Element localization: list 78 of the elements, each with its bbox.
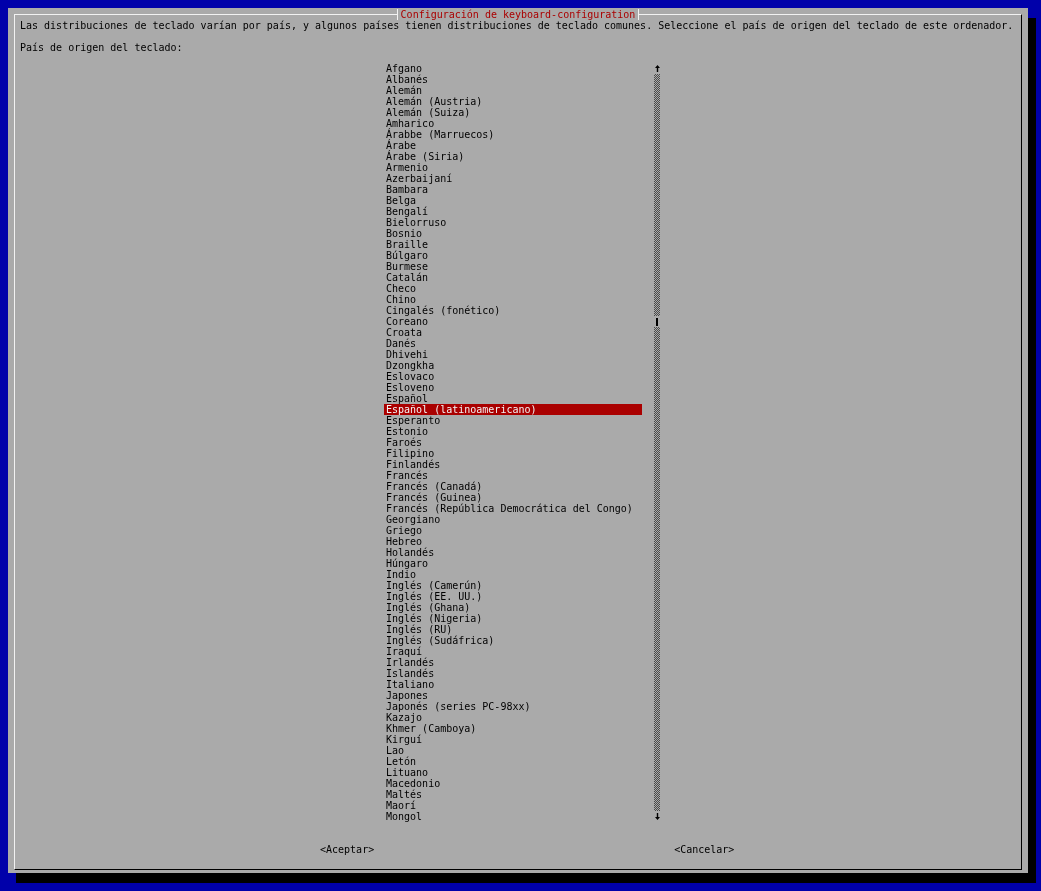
list-item[interactable]: Cingalés (fonético) — [384, 305, 642, 316]
list-item[interactable]: Estonio — [384, 426, 642, 437]
list-item[interactable]: Búlgaro — [384, 250, 642, 261]
list-item[interactable]: Kirguí — [384, 734, 642, 745]
list-item[interactable]: Coreano — [384, 316, 642, 327]
list-item[interactable]: Inglés (Sudáfrica) — [384, 635, 642, 646]
list-item[interactable]: Bengalí — [384, 206, 642, 217]
list-item[interactable]: Francés — [384, 470, 642, 481]
list-item[interactable]: Esperanto — [384, 415, 642, 426]
list-item[interactable]: Lituano — [384, 767, 642, 778]
list-item[interactable]: Holandés — [384, 547, 642, 558]
dialog-button[interactable]: <Cancelar> — [674, 844, 735, 855]
list-item[interactable]: Árabe — [384, 140, 642, 151]
prompt-label: País de origen del teclado: — [20, 42, 183, 53]
list-item[interactable]: Árabbe (Marruecos) — [384, 129, 642, 140]
list-item[interactable]: Indio — [384, 569, 642, 580]
list-item[interactable]: Chino — [384, 294, 642, 305]
list-item[interactable]: Italiano — [384, 679, 642, 690]
list-item[interactable]: Alemán (Austria) — [384, 96, 642, 107]
list-item[interactable]: Irlandés — [384, 657, 642, 668]
list-item[interactable]: Japones — [384, 690, 642, 701]
list-item[interactable]: Faroés — [384, 437, 642, 448]
list-item[interactable]: Checo — [384, 283, 642, 294]
list-item[interactable]: Islandés — [384, 668, 642, 679]
list-item[interactable]: Kazajo — [384, 712, 642, 723]
list-item[interactable]: Croata — [384, 327, 642, 338]
dialog-button[interactable]: <Aceptar> — [320, 844, 375, 855]
list-item[interactable]: Inglés (Ghana) — [384, 602, 642, 613]
list-item[interactable]: Bambara — [384, 184, 642, 195]
list-item[interactable]: Maltés — [384, 789, 642, 800]
list-item[interactable]: Armenio — [384, 162, 642, 173]
list-item[interactable]: Lao — [384, 745, 642, 756]
list-item[interactable]: Danés — [384, 338, 642, 349]
list-item[interactable]: Inglés (EE. UU.) — [384, 591, 642, 602]
list-item[interactable]: Húngaro — [384, 558, 642, 569]
scrollbar-thumb[interactable] — [654, 316, 660, 327]
list-item[interactable]: Árabe (Siria) — [384, 151, 642, 162]
list-item[interactable]: Filipino — [384, 448, 642, 459]
up-arrow-icon — [654, 65, 660, 72]
list-item[interactable]: Alemán — [384, 85, 642, 96]
list-item[interactable]: Braille — [384, 239, 642, 250]
list-item[interactable]: Francés (República Democrática del Congo) — [384, 503, 642, 514]
list-item[interactable]: Macedonio — [384, 778, 642, 789]
list-item[interactable]: Esloveno — [384, 382, 642, 393]
list-item[interactable]: Dzongkha — [384, 360, 642, 371]
list-item[interactable]: Amharico — [384, 118, 642, 129]
list-item[interactable]: Catalán — [384, 272, 642, 283]
list-item[interactable]: Belga — [384, 195, 642, 206]
scrollbar-track[interactable] — [654, 74, 660, 811]
list-item[interactable]: Inglés (Camerún) — [384, 580, 642, 591]
list-item[interactable]: Maorí — [384, 800, 642, 811]
list-item[interactable]: Japonés (series PC-98xx) — [384, 701, 642, 712]
list-item[interactable]: Español — [384, 393, 642, 404]
list-item[interactable]: Eslovaco — [384, 371, 642, 382]
list-item[interactable]: Bosnio — [384, 228, 642, 239]
list-item[interactable]: Español (latinoamericano) — [384, 404, 642, 415]
list-item[interactable]: Inglés (RU) — [384, 624, 642, 635]
list-item[interactable]: Khmer (Camboya) — [384, 723, 642, 734]
list-item[interactable]: Dhivehi — [384, 349, 642, 360]
list-item[interactable]: Afgano — [384, 63, 642, 74]
list-item[interactable]: Letón — [384, 756, 642, 767]
list-item[interactable]: Mongol — [384, 811, 642, 822]
list-item[interactable]: Bielorruso — [384, 217, 642, 228]
list-item[interactable]: Griego — [384, 525, 642, 536]
list-item[interactable]: Iraquí — [384, 646, 642, 657]
list-item[interactable]: Alemán (Suiza) — [384, 107, 642, 118]
list-item[interactable]: Finlandés — [384, 459, 642, 470]
list-item[interactable]: Hebreo — [384, 536, 642, 547]
list-item[interactable]: Georgiano — [384, 514, 642, 525]
list-item[interactable]: Inglés (Nigeria) — [384, 613, 642, 624]
dialog-description: Las distribuciones de teclado varían por país, y algunos países tienen distribuciones de teclado comunes. Seleccione el país de origen del teclado de este ordenador. — [20, 20, 1014, 31]
down-arrow-icon — [654, 813, 660, 820]
dialog-title: Configuración de keyboard-configuration — [396, 9, 640, 20]
list-item[interactable]: Burmese — [384, 261, 642, 272]
list-item[interactable]: Francés (Guinea) — [384, 492, 642, 503]
list-item[interactable]: Azerbaijaní — [384, 173, 642, 184]
list-item[interactable]: Francés (Canadá) — [384, 481, 642, 492]
list-item[interactable]: Albanés — [384, 74, 642, 85]
